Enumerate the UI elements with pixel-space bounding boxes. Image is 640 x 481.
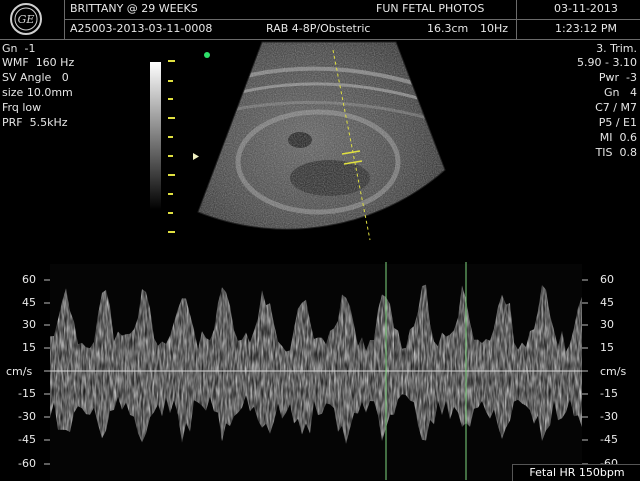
exam-id: A25003-2013-03-11-0008 xyxy=(70,22,213,35)
header-divider xyxy=(64,0,65,40)
patient-name: BRITTANY @ 29 WEEKS xyxy=(70,2,198,15)
velocity-tick-label: -30 xyxy=(18,410,36,423)
probe-preset: RAB 4-8P/Obstetric xyxy=(266,22,371,35)
velocity-tick-label: 30 xyxy=(600,318,614,331)
velocity-tick-label: -15 xyxy=(600,387,618,400)
velocity-tick-label: 45 xyxy=(600,296,614,309)
velocity-tick-label: 60 xyxy=(600,273,614,286)
velocity-tick-label: -45 xyxy=(600,433,618,446)
velocity-tick-label: 15 xyxy=(22,341,36,354)
velocity-tick-label: 30 xyxy=(22,318,36,331)
frame-rate: 10Hz xyxy=(480,22,509,35)
velocity-tick-label: 15 xyxy=(600,341,614,354)
svg-text:GE: GE xyxy=(18,13,35,26)
scan-depth: 16.3cm xyxy=(427,22,469,35)
orientation-marker-icon xyxy=(204,52,210,58)
depth-scale xyxy=(168,60,175,233)
header-divider xyxy=(64,19,640,20)
exam-time: 1:23:12 PM xyxy=(555,22,618,35)
focus-indicator-icon xyxy=(193,153,199,160)
velocity-tick-label: -30 xyxy=(600,410,618,423)
velocity-unit-left: cm/s xyxy=(6,365,33,378)
header-divider xyxy=(516,0,517,40)
velocity-unit-right: cm/s xyxy=(600,365,627,378)
velocity-tick-label: 45 xyxy=(22,296,36,309)
fetal-heart-rate: Fetal HR 150bpm xyxy=(512,464,640,481)
b-mode-image xyxy=(150,41,446,241)
ge-logo-icon: GE xyxy=(10,3,42,35)
velocity-tick-label: 60 xyxy=(22,273,36,286)
grayscale-bar xyxy=(150,62,161,210)
institution-name: FUN FETAL PHOTOS xyxy=(376,2,485,15)
velocity-tick-label: -45 xyxy=(18,433,36,446)
doppler-spectrum xyxy=(44,262,588,480)
exam-date: 03-11-2013 xyxy=(554,2,618,15)
velocity-tick-label: -15 xyxy=(18,387,36,400)
header-bar: GE BRITTANY @ 29 WEEKS FUN FETAL PHOTOS … xyxy=(0,0,640,40)
velocity-tick-label: -60 xyxy=(18,457,36,470)
